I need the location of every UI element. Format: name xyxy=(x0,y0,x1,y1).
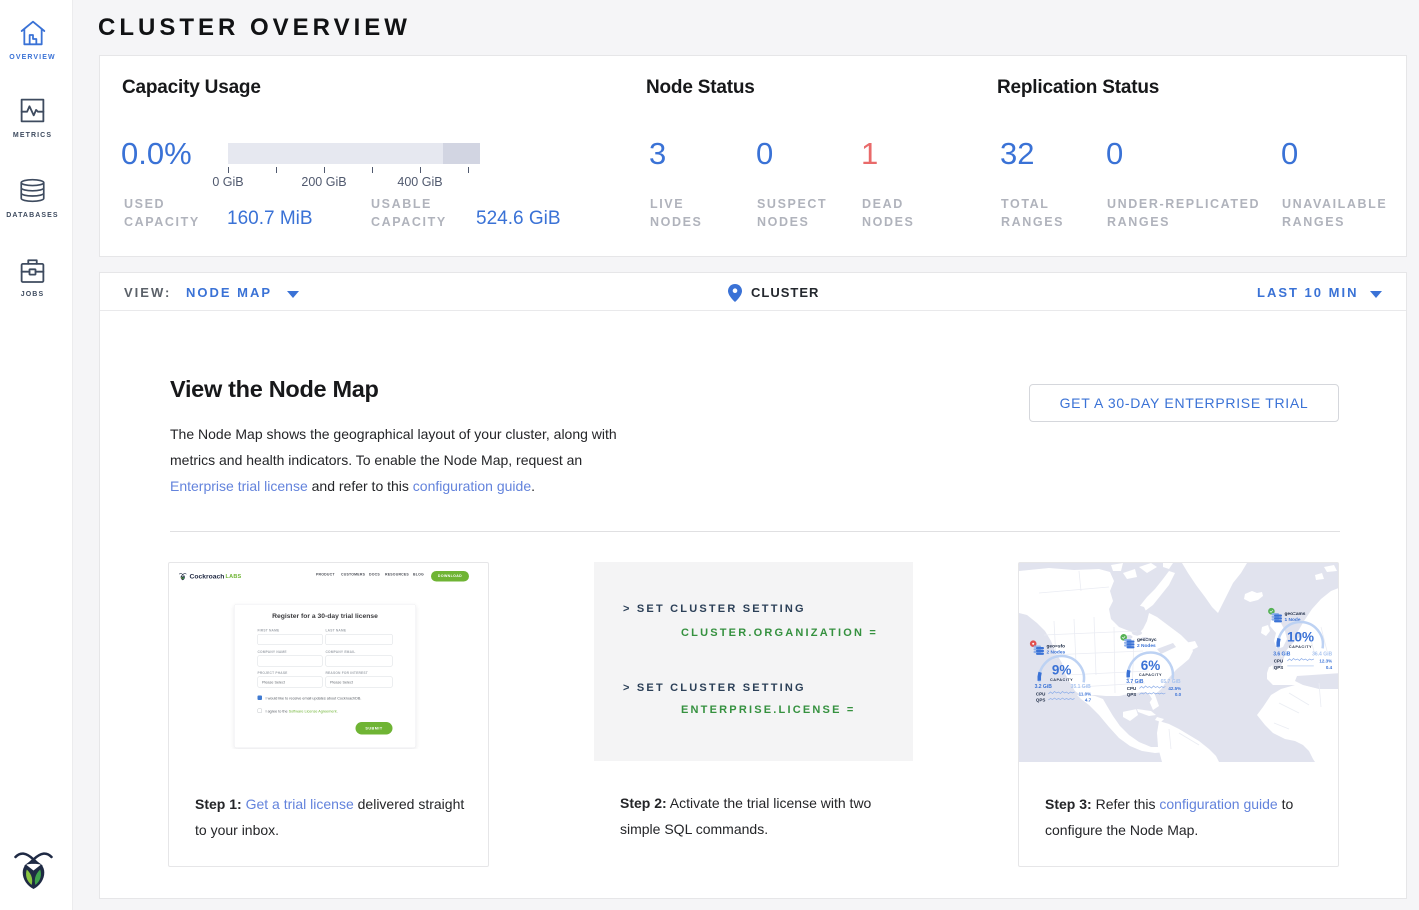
svg-text:10%: 10% xyxy=(1287,630,1314,645)
svg-text:3.2 GiB: 3.2 GiB xyxy=(1035,684,1053,690)
svg-text:0.0: 0.0 xyxy=(1175,692,1182,697)
svg-text:9%: 9% xyxy=(1052,663,1072,678)
svg-text:65.7 GiB: 65.7 GiB xyxy=(1161,679,1181,685)
svg-text:4.7: 4.7 xyxy=(1085,698,1092,703)
svg-text:3.7 GiB: 3.7 GiB xyxy=(1126,679,1144,685)
svg-text:CPU: CPU xyxy=(1036,691,1046,696)
svg-text:geo=ams: geo=ams xyxy=(1285,612,1306,617)
svg-text:0.4: 0.4 xyxy=(1326,665,1333,670)
svg-text:42.5%: 42.5% xyxy=(1168,686,1181,691)
svg-text:CAPACITY: CAPACITY xyxy=(1050,678,1073,682)
svg-text:3.6 GiB: 3.6 GiB xyxy=(1273,652,1291,658)
svg-text:12.3%: 12.3% xyxy=(1319,659,1332,664)
svg-text:geo=sfo: geo=sfo xyxy=(1047,644,1066,650)
svg-text:QPS: QPS xyxy=(1274,665,1284,670)
svg-text:QPS: QPS xyxy=(1036,698,1046,703)
svg-text:CAPACITY: CAPACITY xyxy=(1139,673,1162,677)
svg-text:QPS: QPS xyxy=(1127,692,1137,697)
svg-text:CPU: CPU xyxy=(1274,659,1284,664)
svg-text:2 Nodes: 2 Nodes xyxy=(1137,643,1156,649)
svg-text:36.4 GiB: 36.4 GiB xyxy=(1312,652,1332,658)
svg-text:geo=nyc: geo=nyc xyxy=(1137,638,1157,643)
svg-text:CAPACITY: CAPACITY xyxy=(1289,645,1312,649)
svg-text:35.1 GiB: 35.1 GiB xyxy=(1071,684,1091,690)
svg-text:2 Nodes: 2 Nodes xyxy=(1047,650,1066,656)
svg-text:6%: 6% xyxy=(1141,658,1161,673)
svg-text:11.0%: 11.0% xyxy=(1079,691,1092,696)
svg-text:CPU: CPU xyxy=(1127,686,1137,691)
